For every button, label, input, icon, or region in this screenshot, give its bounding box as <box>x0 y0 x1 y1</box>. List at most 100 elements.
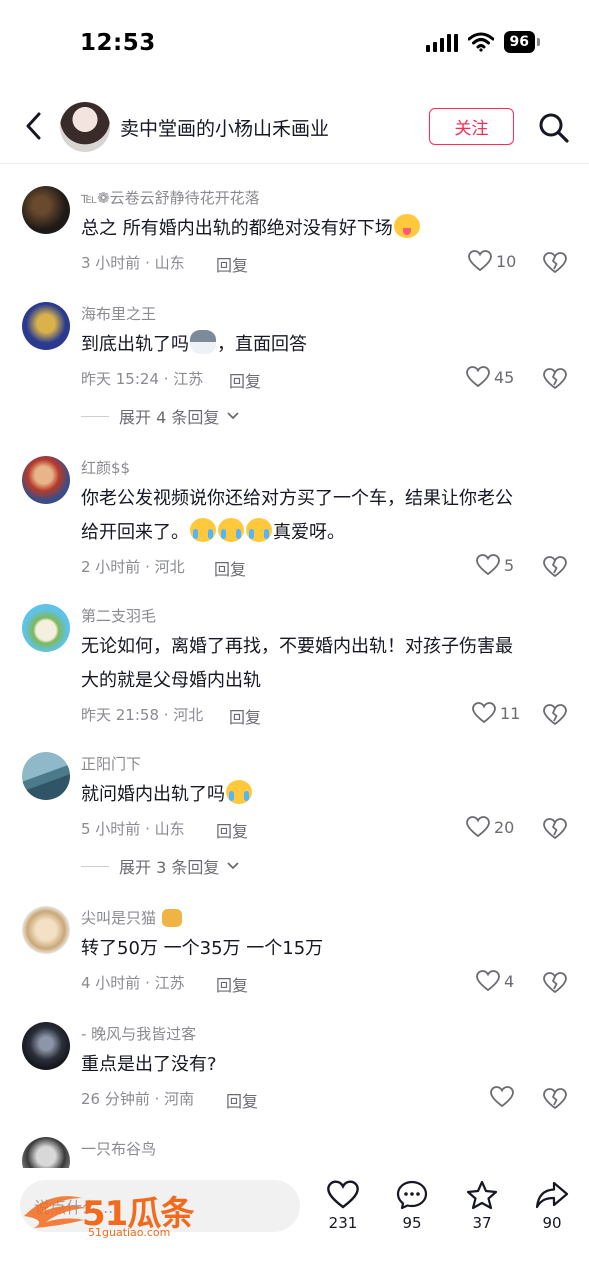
like-count: 10 <box>496 251 517 271</box>
avatar[interactable] <box>22 186 70 234</box>
like-count: 231 <box>328 1214 358 1232</box>
like-button[interactable]: 231 <box>318 1180 368 1232</box>
avatar[interactable] <box>22 456 70 504</box>
avatar[interactable] <box>60 102 110 152</box>
broken-heart-icon[interactable] <box>543 971 567 995</box>
like-count: 45 <box>494 367 515 387</box>
heart-icon <box>466 816 490 838</box>
star-icon <box>466 1180 498 1210</box>
crying-face-emoji-icon <box>246 518 272 542</box>
reply-button[interactable]: 回复 <box>216 972 248 996</box>
watermark-url: 51guatiao.com <box>88 1226 171 1239</box>
avatar[interactable] <box>22 906 70 954</box>
broken-heart-icon[interactable] <box>543 1087 567 1111</box>
comment-list[interactable]: ℡❁云卷云舒静待花开花落 总之 所有婚内出轨的都绝对没有好下场 3 小时前 · … <box>0 164 589 1185</box>
status-time: 12:53 <box>80 30 156 56</box>
comment-username[interactable]: 尖叫是只猫 <box>81 907 183 928</box>
expand-replies-button[interactable]: 展开 4 条回复 <box>81 404 239 428</box>
avatar[interactable] <box>22 302 70 350</box>
crying-face-emoji-icon <box>218 518 244 542</box>
signal-icon <box>425 32 458 52</box>
like-button[interactable]: 45 <box>466 366 514 388</box>
like-button[interactable]: 4 <box>476 970 514 992</box>
comment-item: 红颜$$ 你老公发视频说你还给对方买了一个车，结果让你老公 给开回来了。 真爱呀。… <box>0 446 589 596</box>
comment-count: 95 <box>402 1214 422 1232</box>
crying-face-emoji-icon <box>190 518 216 542</box>
comment-username[interactable]: ℡❁云卷云舒静待花开花落 <box>81 187 260 208</box>
status-icons: 96 <box>425 31 541 53</box>
watermark-logo: 51瓜条 51guatiao.com <box>20 1186 210 1242</box>
comment-username[interactable]: - 晚风与我皆过客 <box>81 1023 196 1044</box>
like-button[interactable]: 11 <box>472 702 520 724</box>
reply-button[interactable]: 回复 <box>229 368 261 392</box>
comment-username[interactable]: 正阳门下 <box>81 753 141 774</box>
comment-item: 尖叫是只猫 转了50万 一个35万 一个15万 4 小时前 · 江苏 回复 4 <box>0 896 589 1020</box>
heart-icon <box>468 250 492 272</box>
chevron-left-icon <box>26 112 41 140</box>
chevron-down-icon <box>227 412 239 420</box>
heart-icon <box>327 1180 359 1209</box>
favorite-button[interactable]: 37 <box>457 1180 507 1232</box>
watermark-swirl-icon <box>24 1196 86 1228</box>
reply-button[interactable]: 回复 <box>214 556 246 580</box>
avatar[interactable] <box>22 1022 70 1070</box>
comment-time-location: 昨天 21:58 · 河北 <box>81 706 204 724</box>
comment-text: 就问婚内出轨了吗 <box>81 778 561 812</box>
comment-time-location: 26 分钟前 · 河南 <box>81 1090 195 1108</box>
like-button[interactable]: 10 <box>468 250 516 272</box>
comment-username[interactable]: 红颜$$ <box>81 457 130 478</box>
comment-time-location: 2 小时前 · 河北 <box>81 558 185 576</box>
bottom-bar: 说点什么... 51瓜条 51guatiao.com 231 95 37 90 <box>0 1168 589 1280</box>
like-count: 20 <box>494 817 515 837</box>
comment-username[interactable]: 一只布谷鸟 <box>81 1138 156 1159</box>
page-title[interactable]: 卖中堂画的小杨山禾画业 <box>120 114 329 141</box>
comment-username[interactable]: 第二支羽毛 <box>81 605 156 626</box>
share-count: 90 <box>542 1214 562 1232</box>
expand-replies-button[interactable]: 展开 3 条回复 <box>81 854 239 878</box>
heart-icon <box>490 1086 514 1108</box>
reply-button[interactable]: 回复 <box>216 818 248 842</box>
broken-heart-icon[interactable] <box>543 367 567 391</box>
heart-icon <box>476 970 500 992</box>
search-button[interactable] <box>534 108 574 148</box>
back-button[interactable] <box>14 106 54 146</box>
like-button[interactable]: 5 <box>476 554 514 576</box>
comment-item: 第二支羽毛 无论如何，离婚了再找，不要婚内出轨！对孩子伤害最 大的就是父母婚内出… <box>0 596 589 746</box>
heart-icon <box>476 554 500 576</box>
reply-button[interactable]: 回复 <box>229 704 261 728</box>
status-bar: 12:53 96 <box>0 0 589 88</box>
battery-indicator: 96 <box>503 31 541 53</box>
follow-button[interactable]: 关注 <box>429 108 514 145</box>
comment-username[interactable]: 海布里之王 <box>81 303 156 324</box>
like-button[interactable] <box>490 1086 518 1108</box>
comment-text: 重点是出了没有? <box>81 1054 217 1075</box>
cat-face-emoji-icon <box>161 909 182 927</box>
reply-button[interactable]: 回复 <box>216 252 248 276</box>
comment-button[interactable]: 95 <box>387 1180 437 1232</box>
comment-item: 正阳门下 就问婚内出轨了吗 5 小时前 · 山东 回复 20 展开 3 条回复 <box>0 746 589 896</box>
comment-icon <box>396 1180 428 1210</box>
search-icon <box>539 113 569 143</box>
broken-heart-icon[interactable] <box>543 817 567 841</box>
comment-time-location: 昨天 15:24 · 江苏 <box>81 370 204 388</box>
comment-text: 转了50万 一个35万 一个15万 <box>81 938 324 959</box>
comment-text: 你老公发视频说你还给对方买了一个车，结果让你老公 给开回来了。 真爱呀。 <box>81 488 513 543</box>
header: 卖中堂画的小杨山禾画业 关注 <box>0 96 589 158</box>
comment-time-location: 3 小时前 · 山东 <box>81 254 185 272</box>
tongue-face-emoji-icon <box>393 214 420 238</box>
avatar[interactable] <box>22 752 70 800</box>
comment-item: ℡❁云卷云舒静待花开花落 总之 所有婚内出轨的都绝对没有好下场 3 小时前 · … <box>0 164 589 294</box>
broken-heart-icon[interactable] <box>543 251 567 275</box>
husky-emoji-icon <box>190 330 216 354</box>
comment-text: 无论如何，离婚了再找，不要婚内出轨！对孩子伤害最 大的就是父母婚内出轨 <box>81 636 513 691</box>
crying-face-emoji-icon <box>226 780 252 804</box>
broken-heart-icon[interactable] <box>543 703 567 727</box>
comment-text: 到底出轨了吗 ，直面回答 <box>81 328 561 362</box>
like-button[interactable]: 20 <box>466 816 514 838</box>
reply-button[interactable]: 回复 <box>226 1088 258 1112</box>
broken-heart-icon[interactable] <box>543 555 567 579</box>
avatar[interactable] <box>22 604 70 652</box>
share-button[interactable]: 90 <box>527 1180 577 1232</box>
heart-icon <box>466 366 490 388</box>
comment-item: - 晚风与我皆过客 重点是出了没有? 26 分钟前 · 河南 回复 <box>0 1020 589 1135</box>
